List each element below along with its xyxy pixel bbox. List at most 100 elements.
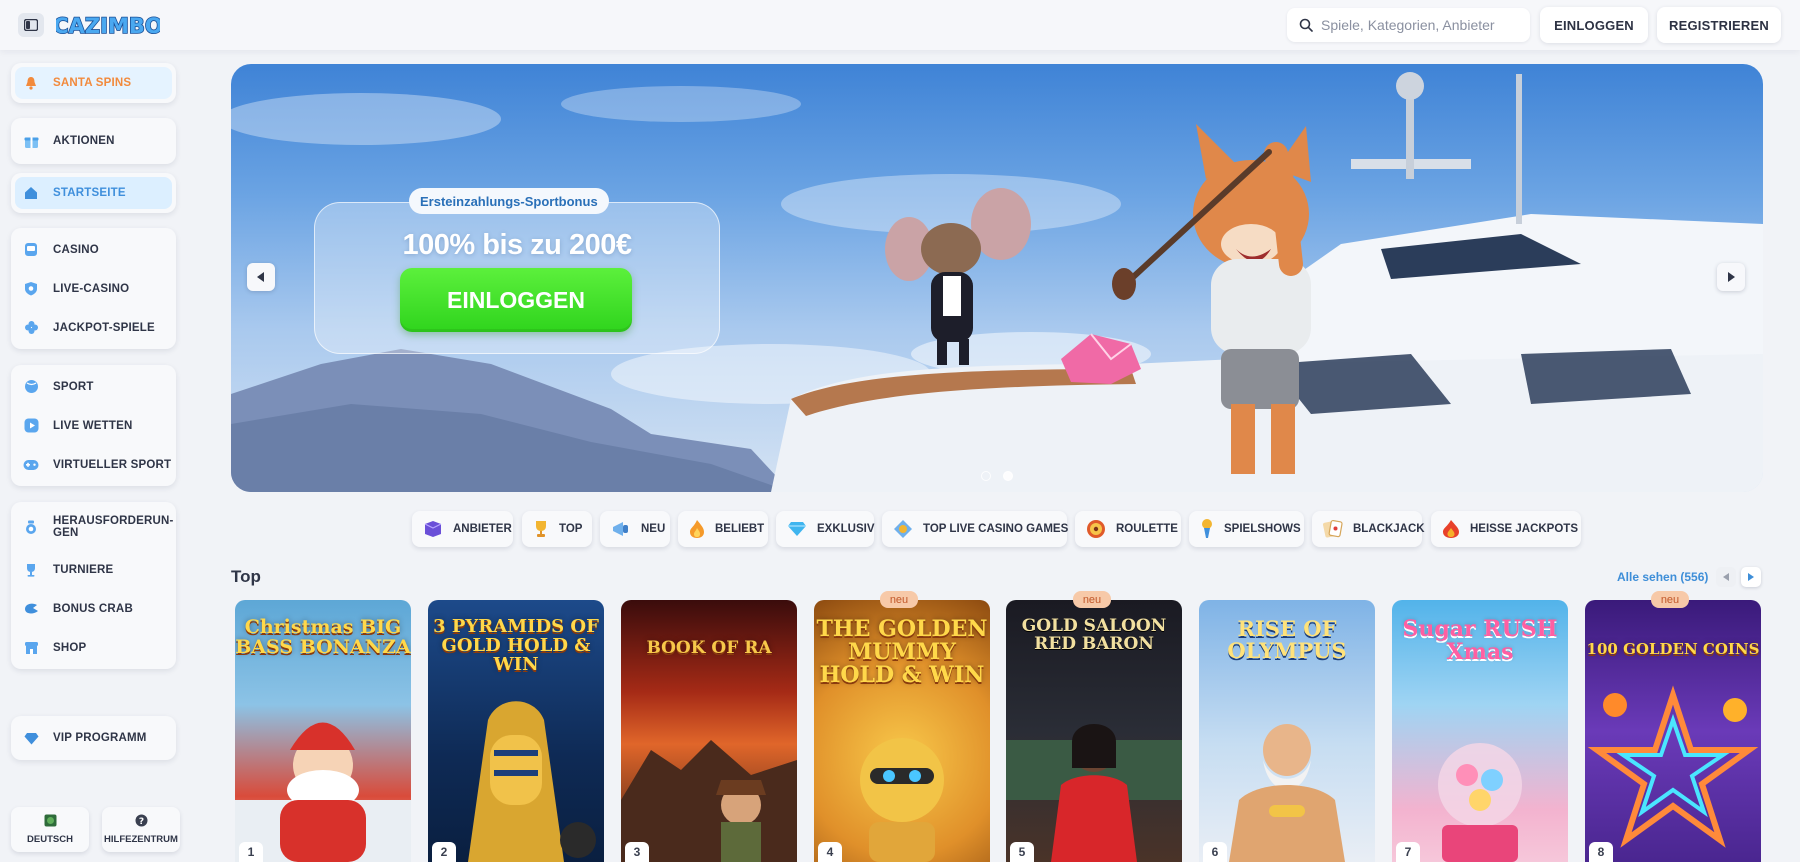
roulette-icon [1086,519,1106,539]
category-label: ANBIETER [453,523,512,535]
sidebar-item-santa-spins[interactable]: SANTA SPINS [15,67,172,99]
game-card-1[interactable]: Christmas BIG BASS BONANZA 1 [235,600,411,862]
category-exclusive[interactable]: EXKLUSIV [776,511,875,547]
hot-jackpot-icon [1442,519,1460,539]
category-blackjack[interactable]: BLACKJACK [1312,511,1425,547]
chevron-left-icon [1723,573,1729,581]
game-rank: 3 [625,842,649,862]
category-providers[interactable]: ANBIETER [412,511,513,547]
game-title: THE GOLDEN MUMMY HOLD & WIN [816,616,988,689]
sidebar-item-label: HERAUSFORDERUN-GEN [53,515,174,539]
header-register-button[interactable]: REGISTRIEREN [1657,7,1781,43]
game-card-4[interactable]: THE GOLDEN MUMMY HOLD & WIN 4 [814,600,990,862]
sidebar-item-sport[interactable]: SPORT [11,367,176,406]
banner-prev-button[interactable] [247,263,275,291]
globe-icon [44,814,57,830]
sidebar-item-tournaments[interactable]: TURNIERE [11,550,176,589]
game-title: Christmas BIG BASS BONANZA [235,616,411,658]
sidebar-item-home[interactable]: STARTSEITE [15,177,172,209]
game-rank: 2 [432,842,456,862]
category-label: TOP LIVE CASINO GAMES [923,523,1069,535]
sidebar-item-live-bets[interactable]: LIVE WETTEN [11,406,176,445]
promo-login-button[interactable]: EINLOGGEN [400,268,632,332]
svg-text:?: ? [138,817,143,827]
ball-icon [23,379,39,395]
sidebar-item-bonus-crab[interactable]: BONUS CRAB [11,589,176,628]
language-button[interactable]: DEUTSCH [11,807,89,852]
banner-dot-2[interactable] [1003,471,1013,481]
category-label: HEISSE JACKPOTS [1470,523,1578,535]
category-hot-jackpots[interactable]: HEISSE JACKPOTS [1431,511,1581,547]
diamond-icon [787,519,807,539]
sidebar-item-live-casino[interactable]: LIVE-CASINO [11,269,176,308]
game-card-2[interactable]: 3 PYRAMIDS OF GOLD HOLD & WIN 2 [428,600,604,862]
sidebar-toggle-icon [24,19,38,31]
games-next-button[interactable] [1741,567,1761,587]
sidebar-item-label: VIP PROGRAMM [53,732,147,744]
chevron-right-icon [1728,272,1735,282]
vip-diamond-icon [23,730,39,746]
bell-icon [23,75,39,91]
sidebar-item-label: TURNIERE [53,563,114,576]
shop-icon [23,640,39,656]
sidebar-item-challenges[interactable]: HERAUSFORDERUN-GEN [11,504,176,550]
category-label: ROULETTE [1116,523,1178,535]
category-roulette[interactable]: ROULETTE [1075,511,1181,547]
games-prev-button[interactable] [1716,567,1736,587]
category-popular[interactable]: BELIEBT [678,511,768,547]
sidebar-item-label: VIRTUELLER SPORT [53,458,172,471]
search-input[interactable] [1321,17,1526,33]
game-card-8[interactable]: 100 GOLDEN COINS 8 [1585,600,1761,862]
live-casino-shield-icon [23,281,39,297]
sidebar-group-santa: SANTA SPINS [11,63,176,103]
sidebar-group-casino: CASINO LIVE-CASINO JACKPOT-SPIELE [11,228,176,349]
sidebar-item-label: AKTIONEN [53,135,115,147]
new-badge: neu [880,591,918,608]
section-title-top: Top [231,567,261,586]
sidebar-toggle-button[interactable] [18,13,44,37]
cazimbo-logo[interactable]: CAZIMBO [52,7,163,43]
search-icon [1299,18,1313,32]
game-rank: 5 [1010,842,1034,862]
category-new[interactable]: NEU [600,511,670,547]
gamepad-icon [23,457,39,473]
game-rank: 6 [1203,842,1227,862]
sidebar-item-virtual-sport[interactable]: VIRTUELLER SPORT [11,445,176,484]
sidebar-item-shop[interactable]: SHOP [11,628,176,667]
search-box[interactable] [1287,8,1530,42]
game-title: BOOK OF RA [646,638,772,658]
game-rank: 8 [1589,842,1613,862]
banner-next-button[interactable] [1717,263,1745,291]
sidebar-item-label: SPORT [53,380,94,393]
category-top-live-casino[interactable]: TOP LIVE CASINO GAMES [882,511,1069,547]
top-header: CAZIMBO EINLOGGEN REGISTRIEREN [0,0,1800,50]
help-center-button[interactable]: ? HILFEZENTRUM [102,807,180,852]
hero-banner[interactable]: Ersteinzahlungs-Sportbonus 100% bis zu 2… [231,64,1763,492]
category-label: EXKLUSIV [817,523,875,535]
trophy-icon [533,519,549,539]
game-card-6[interactable]: RISE OF OLYMPUS 6 [1199,600,1375,862]
see-all-link[interactable]: Alle sehen (556) [1617,570,1708,584]
game-title: Sugar RUSH Xmas [1402,616,1558,666]
game-rank: 7 [1396,842,1420,862]
game-card-3[interactable]: BOOK OF RA 3 [621,600,797,862]
game-card-5[interactable]: GOLD SALOON RED BARON 5 [1006,600,1182,862]
banner-dot-1[interactable] [981,471,991,481]
sidebar-item-casino[interactable]: CASINO [11,230,176,269]
sidebar-item-label: LIVE WETTEN [53,419,133,432]
header-login-button[interactable]: EINLOGGEN [1540,7,1648,43]
category-game-shows[interactable]: SPIELSHOWS [1189,511,1304,547]
new-badge: neu [1651,591,1689,608]
sidebar: SANTA SPINS AKTIONEN STARTSEITE CASINO L… [0,50,185,862]
live-casino-icon [893,519,913,539]
chevron-right-icon [1748,573,1754,581]
sidebar-item-promotions[interactable]: AKTIONEN [11,118,176,164]
sidebar-item-vip[interactable]: VIP PROGRAMM [11,716,176,760]
crab-claw-icon [23,601,39,617]
game-card-7[interactable]: Sugar RUSH Xmas 7 [1392,600,1568,862]
microphone-icon [1200,519,1214,539]
category-label: SPIELSHOWS [1224,523,1301,535]
category-top[interactable]: TOP [522,511,592,547]
game-title: RISE OF OLYMPUS [1227,616,1347,664]
sidebar-item-jackpot[interactable]: JACKPOT-SPIELE [11,308,176,347]
